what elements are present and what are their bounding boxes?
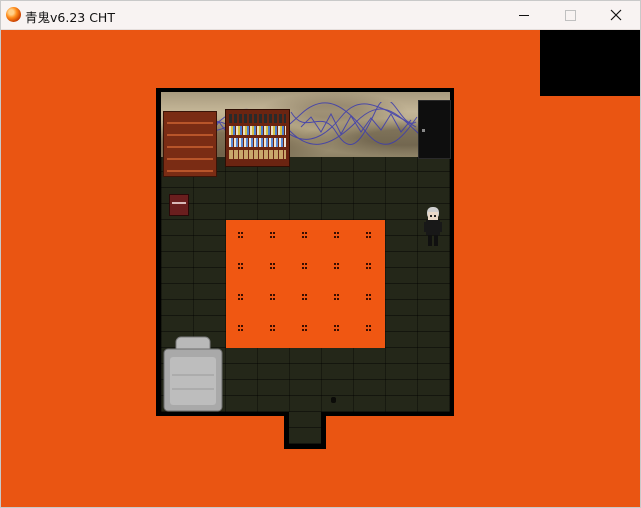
floor-stain [331,397,336,403]
close-button[interactable] [593,1,639,29]
grid-dot [270,263,276,270]
dark-door[interactable] [418,100,451,159]
grid-dot [270,294,276,301]
dot-grid-panel[interactable] [226,220,385,348]
grid-dot [238,294,244,301]
grid-dot [302,232,308,239]
grid-dot [366,232,372,239]
door-knob [422,129,425,132]
grid-dot [366,325,372,332]
grid-dot [334,294,340,301]
grid-dot [302,325,308,332]
doorway-exit[interactable] [289,412,321,444]
minimize-icon [519,14,529,16]
window-title: 青鬼v6.23 CHT [25,10,115,25]
grid-dot [238,232,244,239]
grid-dot [270,325,276,332]
grid-dot [334,325,340,332]
grid-dot [270,232,276,239]
grid-dot [366,263,372,270]
grid-dot [366,294,372,301]
game-window: 青鬼v6.23 CHT [0,0,641,508]
close-icon [610,9,622,21]
grid-dot [334,232,340,239]
title-bar: 青鬼v6.23 CHT [1,1,640,30]
grid-dot [302,263,308,270]
grid-dot [238,263,244,270]
game-viewport[interactable] [1,30,640,507]
maximize-button[interactable] [547,1,593,29]
player-character [424,207,442,246]
small-chest[interactable] [169,194,189,216]
unexplored-area [540,30,640,96]
grid-dot [334,263,340,270]
right-bookshelf[interactable] [225,109,290,167]
grid-dot [302,294,308,301]
minimize-button[interactable] [501,1,547,29]
app-icon [6,7,21,22]
grid-dot [238,325,244,332]
maximize-icon [564,9,576,21]
grey-armchair[interactable] [162,335,224,413]
left-bookshelf[interactable] [163,111,217,177]
